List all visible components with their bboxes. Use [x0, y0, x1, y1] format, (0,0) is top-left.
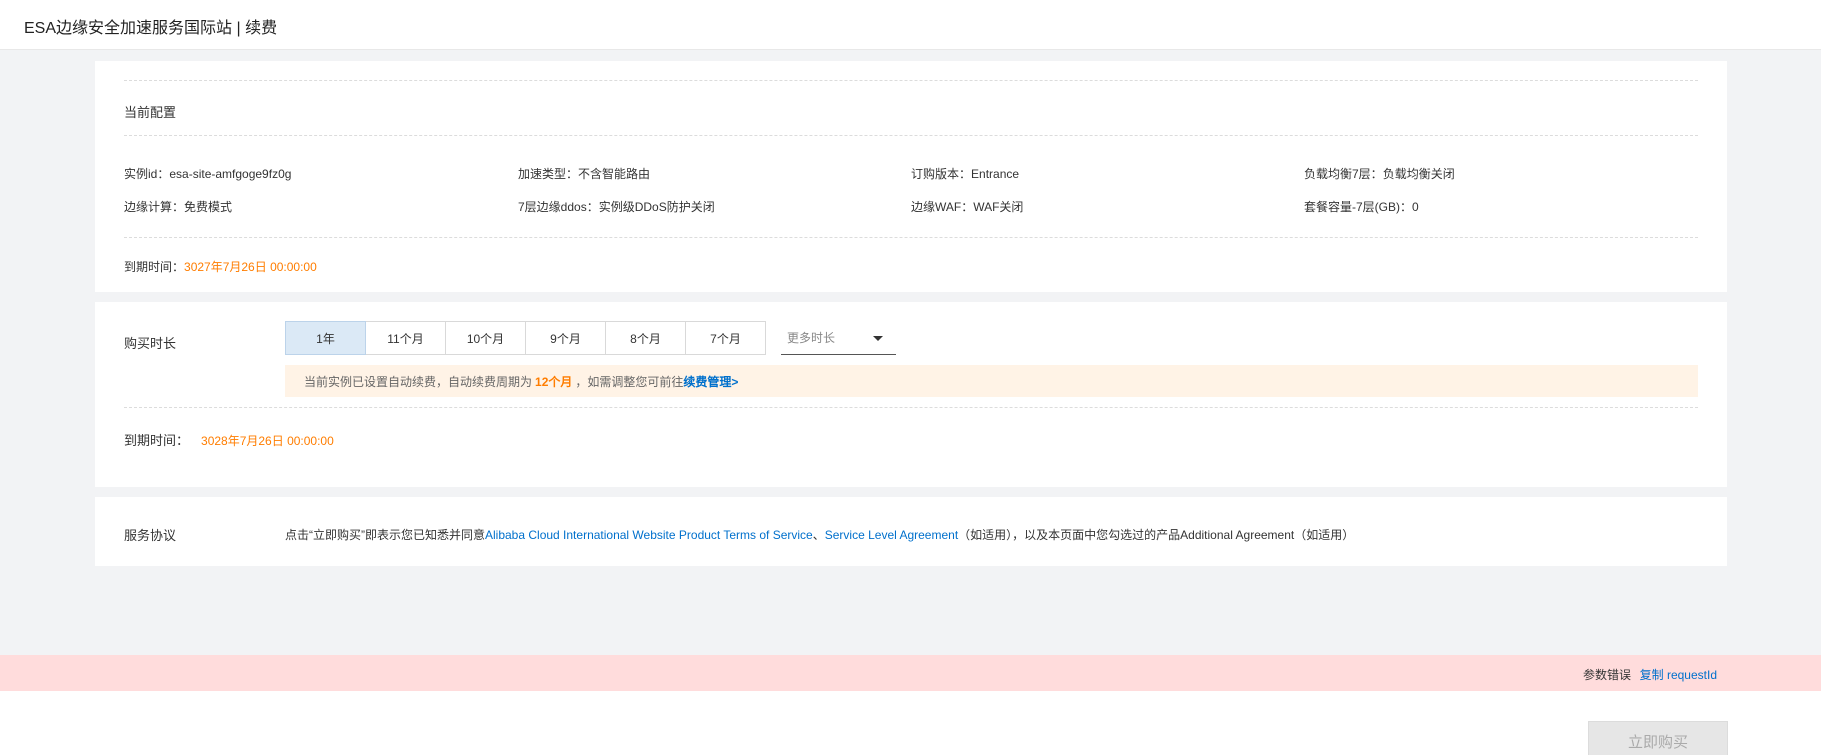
error-bar: 参数错误 复制 requestId — [0, 655, 1821, 691]
more-duration-select[interactable]: 更多时长 — [781, 321, 896, 355]
terms-text: 点击“立即购买”即表示您已知悉并同意Alibaba Cloud Internat… — [285, 528, 1355, 542]
duration-options: 1年 11个月 10个月 9个月 8个月 7个月 — [285, 321, 766, 355]
duration-option-10-months[interactable]: 10个月 — [445, 321, 526, 355]
renewal-management-link[interactable]: 续费管理> — [683, 373, 738, 390]
config-item-package-capacity: 套餐容量-7层(GB)：0 — [1304, 200, 1419, 214]
duration-option-11-months[interactable]: 11个月 — [365, 321, 446, 355]
service-terms-card: 服务协议 点击“立即购买”即表示您已知悉并同意Alibaba Cloud Int… — [95, 497, 1727, 566]
purchase-duration-card: 购买时长 1年 11个月 10个月 9个月 8个月 7个月 更多时长 当前实例已… — [95, 302, 1727, 487]
top-header: ESA边缘安全加速服务国际站 | 续费 — [0, 0, 1821, 50]
config-item-instance-id: 实例id：esa-site-amfgoge9fz0g — [124, 167, 292, 181]
duration-option-8-months[interactable]: 8个月 — [605, 321, 686, 355]
divider — [124, 237, 1698, 238]
terms-of-service-link[interactable]: Alibaba Cloud International Website Prod… — [485, 528, 813, 542]
config-item-acceleration-type: 加速类型：不含智能路由 — [518, 167, 651, 181]
divider — [124, 135, 1698, 136]
copy-request-id-link[interactable]: 复制 requestId — [1640, 666, 1717, 683]
page-title: ESA边缘安全加速服务国际站 | 续费 — [24, 20, 278, 37]
duration-option-9-months[interactable]: 9个月 — [525, 321, 606, 355]
duration-option-7-months[interactable]: 7个月 — [685, 321, 766, 355]
chevron-down-icon — [873, 336, 883, 341]
error-message: 参数错误 — [1582, 668, 1631, 682]
divider — [124, 80, 1698, 81]
current-expiry: 到期时间：3027年7月26日 00:00:00 — [124, 260, 317, 274]
divider — [124, 407, 1698, 408]
duration-option-1-year[interactable]: 1年 — [285, 321, 366, 355]
config-item-plan-version: 订购版本：Entrance — [911, 167, 1020, 181]
config-item-edge-compute: 边缘计算：免费模式 — [124, 200, 233, 214]
new-expiry: 到期时间： 3028年7月26日 00:00:00 — [124, 433, 334, 448]
service-level-agreement-link[interactable]: Service Level Agreement — [825, 528, 958, 542]
config-section-title: 当前配置 — [124, 105, 177, 120]
auto-renew-notice: 当前实例已设置自动续费，自动续费周期为 12个月 ，如需调整您可前往 续费管理> — [285, 365, 1698, 397]
config-item-edge-waf: 边缘WAF：WAF关闭 — [911, 200, 1024, 214]
new-expiry-value: 3028年7月26日 00:00:00 — [201, 434, 334, 448]
config-item-load-balancer: 负载均衡7层：负载均衡关闭 — [1304, 167, 1455, 181]
more-duration-placeholder: 更多时长 — [787, 331, 836, 345]
current-expiry-value: 3027年7月26日 00:00:00 — [184, 260, 317, 274]
terms-label: 服务协议 — [124, 528, 177, 543]
buy-now-button[interactable]: 立即购买 — [1588, 721, 1728, 755]
footer-bar: 立即购买 — [0, 691, 1821, 755]
current-config-card: 当前配置 实例id：esa-site-amfgoge9fz0g 加速类型：不含智… — [95, 61, 1727, 292]
duration-label: 购买时长 — [124, 336, 177, 351]
auto-renew-period: 12个月 — [535, 374, 573, 389]
config-item-edge-ddos: 7层边缘ddos：实例级DDoS防护关闭 — [518, 200, 715, 214]
